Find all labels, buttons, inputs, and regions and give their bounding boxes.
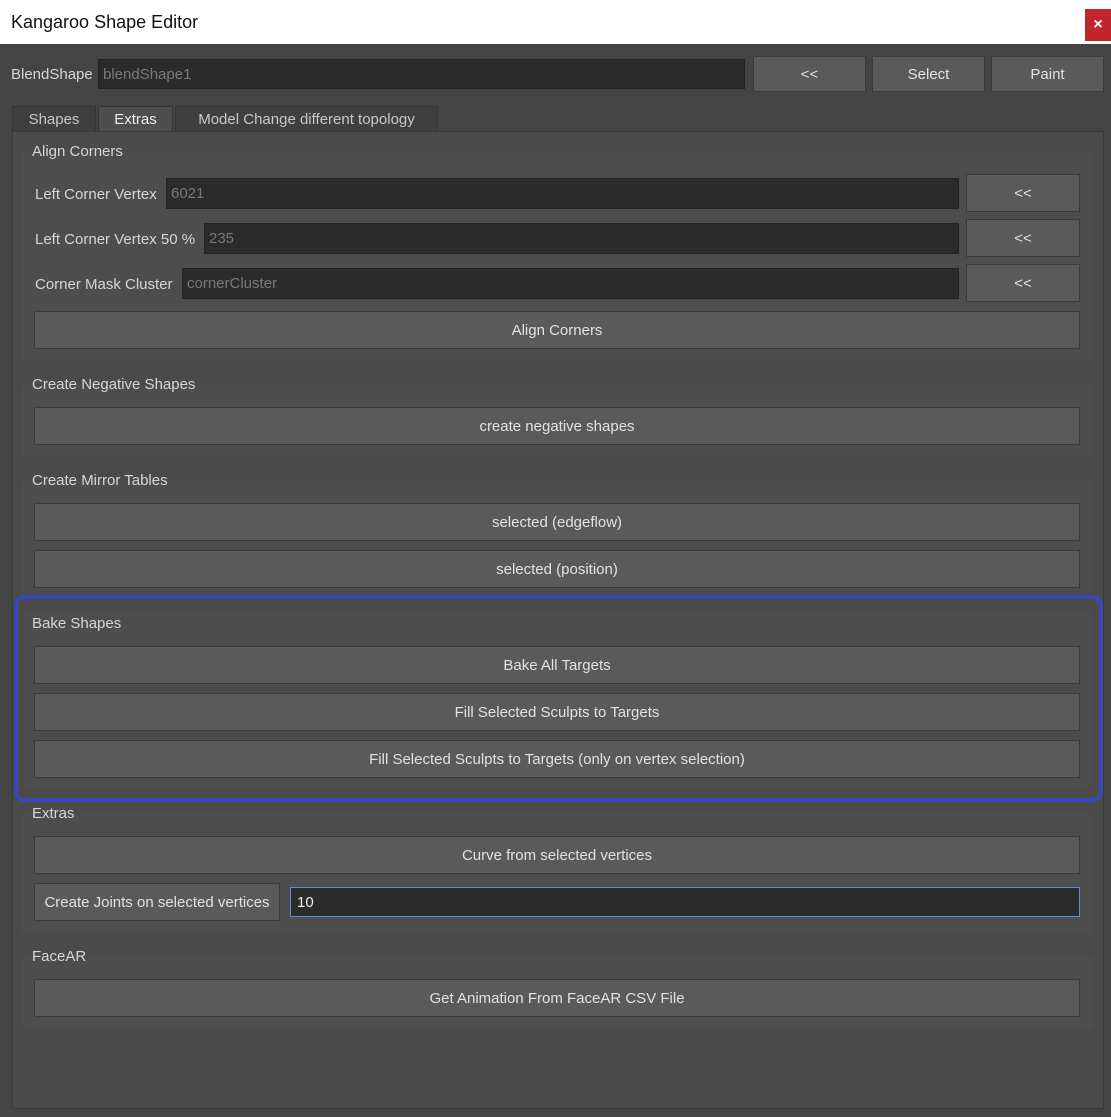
- joints-count-input[interactable]: 10: [290, 887, 1080, 917]
- corner-mask-cluster-label: Corner Mask Cluster: [35, 276, 173, 293]
- left-corner-vertex-field[interactable]: 6021: [166, 178, 959, 209]
- blendshape-pick-button[interactable]: <<: [753, 56, 866, 92]
- blendshape-field[interactable]: blendShape1: [98, 59, 745, 89]
- left-corner-vertex-pick-button[interactable]: <<: [966, 174, 1080, 212]
- left-corner-vertex-50-field[interactable]: 235: [204, 223, 959, 254]
- left-corner-vertex-50-pick-button[interactable]: <<: [966, 219, 1080, 257]
- tab-shapes[interactable]: Shapes: [12, 106, 96, 132]
- align-corners-button[interactable]: Align Corners: [34, 311, 1080, 349]
- extras-title: Extras: [32, 805, 75, 822]
- mirror-tables-title: Create Mirror Tables: [32, 472, 168, 489]
- corner-mask-cluster-pick-button[interactable]: <<: [966, 264, 1080, 302]
- mirror-edgeflow-button[interactable]: selected (edgeflow): [34, 503, 1080, 541]
- paint-button[interactable]: Paint: [991, 56, 1104, 92]
- create-negative-shapes-button[interactable]: create negative shapes: [34, 407, 1080, 445]
- corner-mask-cluster-field[interactable]: cornerCluster: [182, 268, 959, 299]
- negative-shapes-title: Create Negative Shapes: [32, 376, 196, 393]
- left-corner-vertex-label: Left Corner Vertex: [35, 186, 157, 203]
- tab-extras[interactable]: Extras: [98, 106, 173, 132]
- facear-animation-button[interactable]: Get Animation From FaceAR CSV File: [34, 979, 1080, 1017]
- mirror-position-button[interactable]: selected (position): [34, 550, 1080, 588]
- select-button[interactable]: Select: [872, 56, 985, 92]
- bake-shapes-highlight-outline: [14, 595, 1103, 802]
- close-icon[interactable]: ×: [1085, 9, 1111, 41]
- curve-from-vertices-button[interactable]: Curve from selected vertices: [34, 836, 1080, 874]
- blendshape-label: BlendShape: [11, 66, 93, 83]
- window-title: Kangaroo Shape Editor: [11, 12, 199, 32]
- align-corners-title: Align Corners: [32, 143, 123, 160]
- create-joints-button[interactable]: Create Joints on selected vertices: [34, 883, 280, 921]
- left-corner-vertex-50-label: Left Corner Vertex 50 %: [35, 231, 196, 248]
- tab-model-change[interactable]: Model Change different topology: [175, 106, 438, 132]
- facear-title: FaceAR: [32, 948, 87, 965]
- title-bar: Kangaroo Shape Editor ×: [0, 0, 1111, 44]
